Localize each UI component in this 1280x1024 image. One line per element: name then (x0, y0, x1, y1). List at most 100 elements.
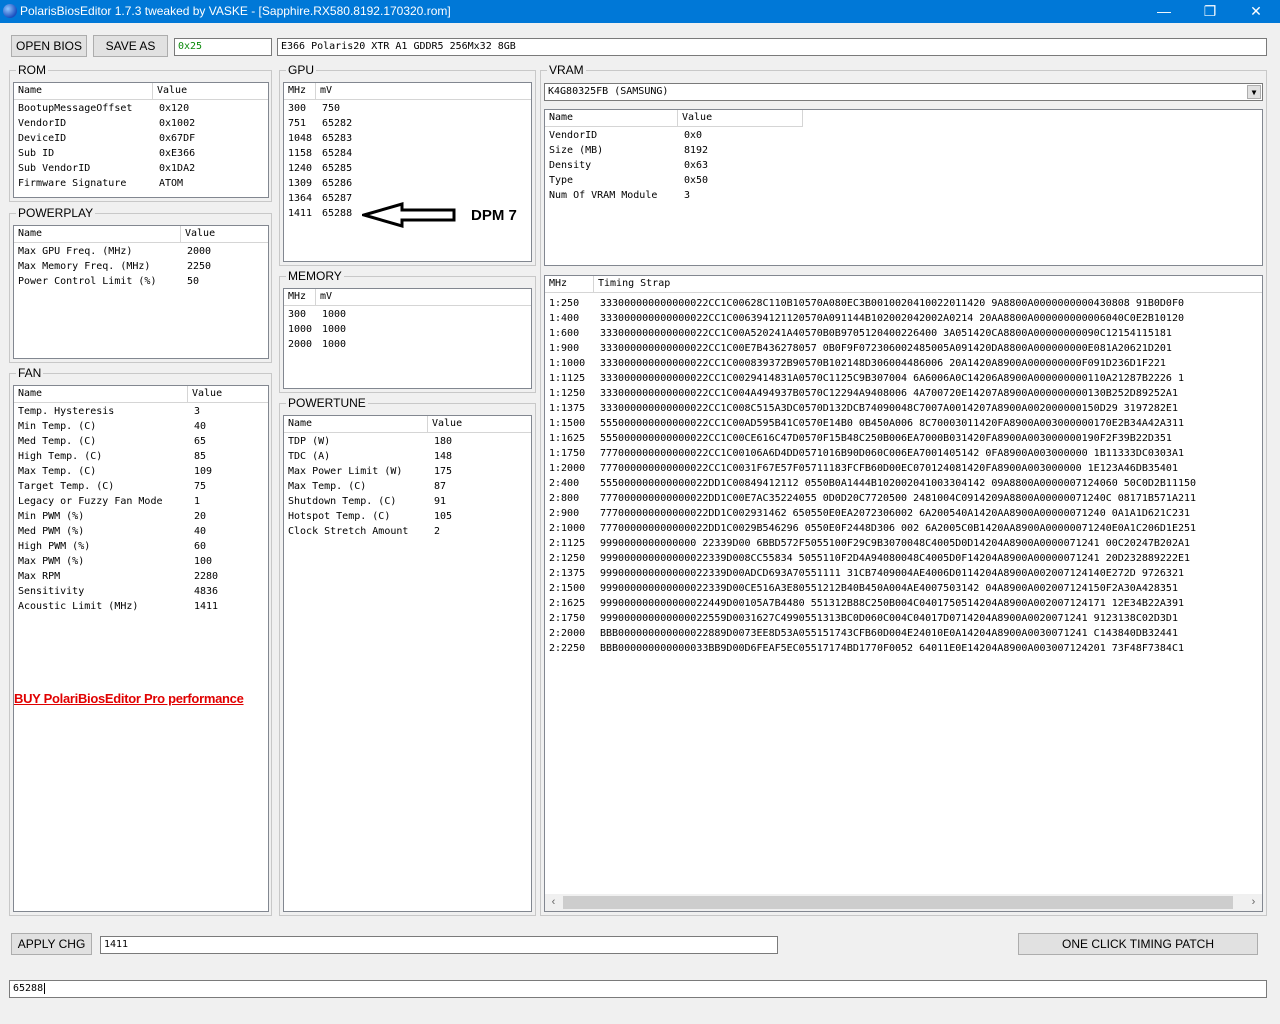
save-as-button[interactable]: SAVE AS (93, 35, 168, 57)
buy-pro-link[interactable]: BUY PolariBiosEditor Pro performance (14, 691, 244, 706)
table-row[interactable]: 2:400 555000000000000022DD1C00849412112 0… (545, 476, 1261, 491)
column-header-mhz[interactable]: MHz (284, 83, 316, 100)
table-row[interactable]: 2:1375 999000000000000022339D00ADCD693A70… (545, 566, 1261, 581)
scroll-right-icon[interactable]: › (1245, 894, 1262, 911)
list-item[interactable]: Density 0x63 (545, 158, 780, 173)
table-row[interactable]: 2:1125 9990000000000000 22339D00 6BBD572F… (545, 536, 1261, 551)
list-item[interactable]: Max PWM (%) 100 (14, 554, 260, 569)
list-item[interactable]: Temp. Hysteresis 3 (14, 404, 260, 419)
list-item[interactable]: BootupMessageOffset 0x120 (14, 101, 255, 116)
table-row[interactable]: 1:2000 777000000000000022CC1C0031F67E57F0… (545, 461, 1261, 476)
table-row[interactable]: 1:1625 555000000000000022CC1C00CE616C47D0… (545, 431, 1261, 446)
column-header-name[interactable]: Name (545, 110, 678, 127)
table-row[interactable]: 1:1750 777000000000000022CC1C00106A6D4DD0… (545, 446, 1261, 461)
table-row[interactable]: 1:400 333000000000000022CC1C0063941211205… (545, 311, 1261, 326)
rom-list[interactable]: Name Value BootupMessageOffset 0x120 Vend… (13, 82, 269, 198)
list-item[interactable]: 1000 1000 (284, 322, 378, 337)
minimize-button[interactable]: — (1141, 0, 1187, 23)
list-item[interactable]: DeviceID 0x67DF (14, 131, 255, 146)
table-row[interactable]: 2:800 777000000000000022DD1C00E7AC3522405… (545, 491, 1261, 506)
column-header-name[interactable]: Name (284, 416, 428, 433)
timing-strap-list[interactable]: MHz Timing Strap 1:250 333000000000000022… (544, 275, 1263, 912)
table-row[interactable]: 1:1375 333000000000000022CC1C008C515A3DC0… (545, 401, 1261, 416)
column-header-value[interactable]: Value (188, 386, 268, 403)
horizontal-scrollbar[interactable]: ‹ › (545, 894, 1262, 911)
status-field[interactable]: 65288 (9, 980, 1267, 998)
column-header-name[interactable]: Name (14, 386, 188, 403)
list-item[interactable]: VendorID 0x1002 (14, 116, 255, 131)
table-row[interactable]: 2:1000 777000000000000022DD1C0029B546296 … (545, 521, 1261, 536)
list-item[interactable]: TDC (A) 148 (284, 449, 510, 464)
list-item[interactable]: Firmware Signature ATOM (14, 176, 255, 191)
open-bios-button[interactable]: OPEN BIOS (11, 35, 87, 57)
table-row[interactable]: 1:1000 333000000000000022CC1C000839372B90… (545, 356, 1261, 371)
gpu-list[interactable]: MHz mV 300 750 751 65282 1048 65283 1158 652… (283, 82, 532, 262)
maximize-button[interactable]: ❐ (1187, 0, 1233, 23)
powertune-list[interactable]: Name Value TDP (W) 180 TDC (A) 148 Max Pow… (283, 415, 532, 912)
fan-list[interactable]: Name Value Temp. Hysteresis 3 Min Temp. (… (13, 385, 269, 912)
table-row[interactable]: 1:1500 555000000000000022CC1C00AD595B41C0… (545, 416, 1261, 431)
column-header-name[interactable]: Name (14, 83, 153, 100)
list-item[interactable]: Max Power Limit (W) 175 (284, 464, 510, 479)
list-item[interactable]: 2000 1000 (284, 337, 378, 352)
list-item[interactable]: Legacy or Fuzzy Fan Mode 1 (14, 494, 260, 509)
list-item[interactable]: VendorID 0x0 (545, 128, 780, 143)
column-header-value[interactable]: Value (153, 83, 268, 100)
column-header-mv[interactable]: mV (316, 83, 531, 100)
list-item[interactable]: Target Temp. (C) 75 (14, 479, 260, 494)
table-row[interactable]: 1:900 333000000000000022CC1C00E7B43627805… (545, 341, 1261, 356)
chevron-down-icon[interactable]: ▼ (1247, 85, 1261, 99)
column-header-value[interactable]: Value (428, 416, 531, 433)
one-click-timing-patch-button[interactable]: ONE CLICK TIMING PATCH (1018, 933, 1258, 955)
list-item[interactable]: Sensitivity 4836 (14, 584, 260, 599)
column-header-timing-strap[interactable]: Timing Strap (594, 276, 1262, 293)
list-item[interactable]: Med PWM (%) 40 (14, 524, 260, 539)
list-item[interactable]: 1309 65286 (284, 176, 378, 191)
table-row[interactable]: 1:250 333000000000000022CC1C00628C110B105… (545, 296, 1261, 311)
list-item[interactable]: Clock Stretch Amount 2 (284, 524, 510, 539)
list-item[interactable]: High PWM (%) 60 (14, 539, 260, 554)
list-item[interactable]: 751 65282 (284, 116, 378, 131)
list-item[interactable]: 1158 65284 (284, 146, 378, 161)
table-row[interactable]: 2:1500 999000000000000022339D00CE516A3E80… (545, 581, 1261, 596)
vram-module-select[interactable]: K4G80325FB (SAMSUNG) ▼ (544, 83, 1263, 101)
list-item[interactable]: Power Control Limit (%) 50 (14, 274, 263, 289)
list-item[interactable]: Max GPU Freq. (MHz) 2000 (14, 244, 263, 259)
list-item[interactable]: Max Memory Freq. (MHz) 2250 (14, 259, 263, 274)
bios-info-field[interactable]: E366 Polaris20 XTR A1 GDDR5 256Mx32 8GB (277, 38, 1267, 56)
hex-value-field[interactable]: 0x25 (174, 38, 272, 56)
list-item[interactable]: 1048 65283 (284, 131, 378, 146)
vram-list[interactable]: Name Value VendorID 0x0 Size (MB) 8192 Den… (544, 109, 1263, 266)
list-item[interactable]: Sub ID 0xE366 (14, 146, 255, 161)
list-item[interactable]: Max Temp. (C) 109 (14, 464, 260, 479)
list-item[interactable]: Max Temp. (C) 87 (284, 479, 510, 494)
apply-changes-button[interactable]: APPLY CHG (11, 933, 92, 955)
scroll-left-icon[interactable]: ‹ (545, 894, 562, 911)
close-button[interactable]: ✕ (1233, 0, 1279, 23)
list-item[interactable]: Min PWM (%) 20 (14, 509, 260, 524)
table-row[interactable]: 1:1250 333000000000000022CC1C004A494937B0… (545, 386, 1261, 401)
powerplay-list[interactable]: Name Value Max GPU Freq. (MHz) 2000 Max M… (13, 225, 269, 359)
list-item[interactable]: Med Temp. (C) 65 (14, 434, 260, 449)
memory-list[interactable]: MHz mV 300 1000 1000 1000 2000 1000 (283, 288, 532, 389)
list-item[interactable]: 300 750 (284, 101, 378, 116)
column-header-mhz[interactable]: MHz (284, 289, 316, 306)
list-item[interactable]: 1240 65285 (284, 161, 378, 176)
list-item[interactable]: Num Of VRAM Module 3 (545, 188, 780, 203)
list-item[interactable]: Size (MB) 8192 (545, 143, 780, 158)
table-row[interactable]: 2:1250 999000000000000022339D008CC55834 5… (545, 551, 1261, 566)
table-row[interactable]: 2:900 777000000000000022DD1C002931462 650… (545, 506, 1261, 521)
list-item[interactable]: Hotspot Temp. (C) 105 (284, 509, 510, 524)
list-item[interactable]: Max RPM 2280 (14, 569, 260, 584)
column-header-name[interactable]: Name (14, 226, 181, 243)
table-row[interactable]: 2:2250 BBB000000000000033BB9D00D6FEAF5EC0… (545, 641, 1261, 656)
list-item[interactable]: Type 0x50 (545, 173, 780, 188)
list-item[interactable]: Acoustic Limit (MHz) 1411 (14, 599, 260, 614)
list-item[interactable]: TDP (W) 180 (284, 434, 510, 449)
column-header-mhz[interactable]: MHz (545, 276, 594, 293)
value-edit-field[interactable]: 1411 (100, 936, 778, 954)
list-item[interactable]: Shutdown Temp. (C) 91 (284, 494, 510, 509)
table-row[interactable]: 1:600 333000000000000022CC1C00A520241A405… (545, 326, 1261, 341)
list-item[interactable]: Sub VendorID 0x1DA2 (14, 161, 255, 176)
table-row[interactable]: 2:1750 999000000000000022559D0031627C4990… (545, 611, 1261, 626)
